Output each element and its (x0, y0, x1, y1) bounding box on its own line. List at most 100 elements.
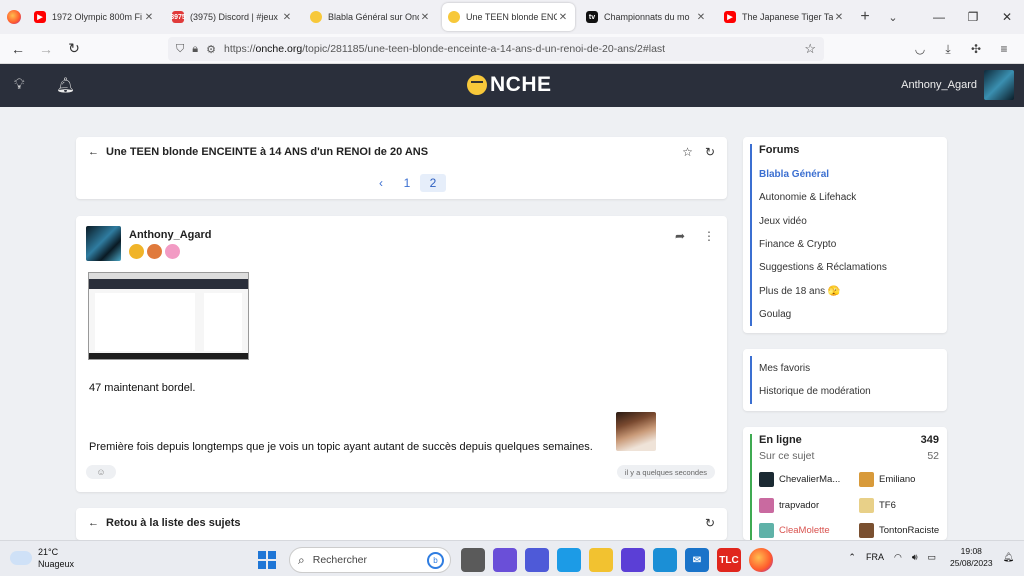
browser-tab[interactable]: ▶ The Japanese Tiger Tan ✕ (718, 3, 851, 31)
wifi-icon[interactable]: ◠ (894, 552, 902, 563)
close-window-button[interactable]: ✕ (990, 0, 1024, 34)
post-card: Anthony_Agard ➦ ⋮ 47 maintenant bordel. … (76, 216, 727, 492)
pocket-icon[interactable]: ◡ (906, 42, 934, 56)
moderation-history-link[interactable]: Historique de modération (759, 386, 871, 397)
taskbar-clock[interactable]: 19:08 25/08/2023 (950, 545, 993, 569)
topic-title-text: Une TEEN blonde ENCEINTE à 14 ANS d'un R… (106, 146, 429, 158)
reaction-sticker[interactable] (616, 412, 656, 451)
lightbulb-icon[interactable]: 💡︎ (14, 76, 25, 93)
widgets-icon[interactable] (525, 548, 549, 572)
site-logo[interactable]: NCHE (467, 73, 552, 97)
close-tab-icon[interactable]: ✕ (557, 12, 569, 23)
refresh-icon[interactable]: ↻ (705, 145, 715, 159)
extensions-icon[interactable]: ✣ (962, 42, 990, 56)
online-user[interactable]: TF6 (859, 497, 896, 513)
previous-page-button[interactable]: ‹ (368, 174, 394, 192)
header-avatar[interactable] (984, 70, 1014, 100)
author-name[interactable]: Anthony_Agard (129, 229, 212, 241)
url-host: onche.org (255, 43, 303, 55)
online-user[interactable]: trapvador (759, 497, 819, 513)
forum-link[interactable]: Autonomie & Lifehack (759, 192, 856, 203)
forum-link[interactable]: Jeux vidéo (759, 216, 807, 227)
copilot-icon[interactable] (621, 548, 645, 572)
close-tab-icon[interactable]: ✕ (695, 12, 707, 23)
bell-icon[interactable]: 🔔︎ (56, 76, 75, 94)
page-2-button[interactable]: 2 (420, 174, 446, 192)
taskbar-search[interactable]: ⌕ Rechercher b (289, 547, 451, 573)
restore-button[interactable]: ❐ (956, 0, 990, 34)
back-arrow-icon: ← (88, 517, 99, 529)
tab-list: ▶ 1972 Olympic 800m Fi ✕ 3975 (3975) Discord… (28, 3, 851, 31)
forum-link[interactable]: Suggestions & Réclamations (759, 262, 887, 273)
bing-icon[interactable]: b (427, 552, 444, 569)
tab-title: Une TEEN blonde ENC (466, 12, 557, 22)
new-tab-button[interactable]: + (851, 8, 879, 26)
tab-favicon-icon (448, 11, 460, 23)
url-bar[interactable]: ⛉ 🔒︎ ⚙ https://onche.org/topic/281185/un… (168, 37, 824, 61)
forum-link[interactable]: Goulag (759, 309, 791, 320)
minimize-button[interactable]: — (922, 0, 956, 34)
online-user[interactable]: CleaMolette (759, 523, 830, 538)
browser-tab[interactable]: Blabla Général sur Onc ✕ (304, 3, 437, 31)
close-tab-icon[interactable]: ✕ (419, 12, 431, 23)
close-tab-icon[interactable]: ✕ (143, 12, 155, 23)
browser-tab[interactable]: tv Championnats du mo ✕ (580, 3, 713, 31)
back-button[interactable]: ← (4, 41, 32, 57)
language-indicator[interactable]: FRA (866, 552, 884, 562)
store-icon[interactable] (653, 548, 677, 572)
screenshot-thumbnail[interactable] (88, 272, 249, 360)
online-user[interactable]: Emiliano (859, 472, 915, 487)
close-tab-icon[interactable]: ✕ (833, 12, 845, 23)
online-accent (750, 434, 752, 540)
online-user[interactable]: ChevalierMa... (759, 472, 840, 487)
back-arrow-icon[interactable]: ← (88, 146, 99, 158)
edge-icon[interactable] (557, 548, 581, 572)
menu-icon[interactable]: ≡ (990, 42, 1018, 56)
tray-chevron-icon[interactable]: ⌃ (848, 552, 856, 563)
forum-link[interactable]: Plus de 18 ans 🫣 (759, 286, 840, 297)
teams-chat-icon[interactable] (493, 548, 517, 572)
user-name: Emiliano (879, 474, 916, 485)
battery-icon[interactable]: ▭ (928, 552, 937, 563)
browser-tab[interactable]: ▶ 1972 Olympic 800m Fi ✕ (28, 3, 161, 31)
bookmark-star-icon[interactable]: ☆ (804, 41, 816, 57)
mail-icon[interactable]: ✉ (685, 548, 709, 572)
firefox-icon[interactable] (0, 10, 28, 24)
weather-condition: Nuageux (38, 559, 75, 569)
reload-button[interactable]: ↻ (60, 40, 88, 57)
url-text[interactable]: https://onche.org/topic/281185/une-teen-… (224, 43, 804, 55)
back-to-list-link[interactable]: ← Retou à la liste des sujets (88, 517, 241, 529)
windows-start-icon[interactable] (255, 548, 279, 572)
favorites-link[interactable]: Mes favoris (759, 363, 810, 374)
forward-button[interactable]: → (32, 41, 60, 57)
user-avatar (759, 523, 774, 538)
more-options-icon[interactable]: ⋮ (703, 229, 715, 243)
topic-title[interactable]: ← Une TEEN blonde ENCEINTE à 14 ANS d'un… (88, 146, 428, 158)
refresh-icon[interactable]: ↻ (705, 516, 715, 530)
shield-icon[interactable]: ⛉ (176, 43, 184, 56)
list-all-tabs-button[interactable]: ⌄ (879, 11, 907, 24)
page-1-button[interactable]: 1 (394, 174, 420, 192)
lock-icon[interactable]: 🔒︎ (192, 43, 198, 56)
firefox-taskbar-icon[interactable] (749, 548, 773, 572)
author-avatar[interactable] (86, 226, 121, 261)
favorite-star-icon[interactable]: ☆ (682, 145, 693, 159)
browser-tab[interactable]: 3975 (3975) Discord | #jeux ✕ (166, 3, 299, 31)
weather-widget[interactable]: 21°C Nuageux (10, 546, 74, 570)
browser-tab[interactable]: Une TEEN blonde ENC ✕ (442, 3, 575, 31)
permissions-icon[interactable]: ⚙ (206, 43, 216, 56)
reaction-button[interactable]: ☺ (86, 465, 116, 479)
forum-link[interactable]: Finance & Crypto (759, 239, 836, 250)
header-username[interactable]: Anthony_Agard (901, 79, 977, 91)
tlc-app-icon[interactable]: TLC (717, 548, 741, 572)
notifications-icon[interactable]: 🔔︎ (1003, 552, 1014, 563)
search-placeholder: Rechercher (312, 554, 368, 566)
share-icon[interactable]: ➦ (675, 229, 685, 243)
close-tab-icon[interactable]: ✕ (281, 12, 293, 23)
volume-icon[interactable]: 🔊︎ (912, 552, 918, 563)
online-user[interactable]: TontonRaciste (859, 523, 939, 538)
file-explorer-icon[interactable] (589, 548, 613, 572)
forum-link[interactable]: Blabla Général (759, 169, 829, 180)
downloads-icon[interactable]: ⤓ (934, 42, 962, 57)
task-view-icon[interactable] (461, 548, 485, 572)
